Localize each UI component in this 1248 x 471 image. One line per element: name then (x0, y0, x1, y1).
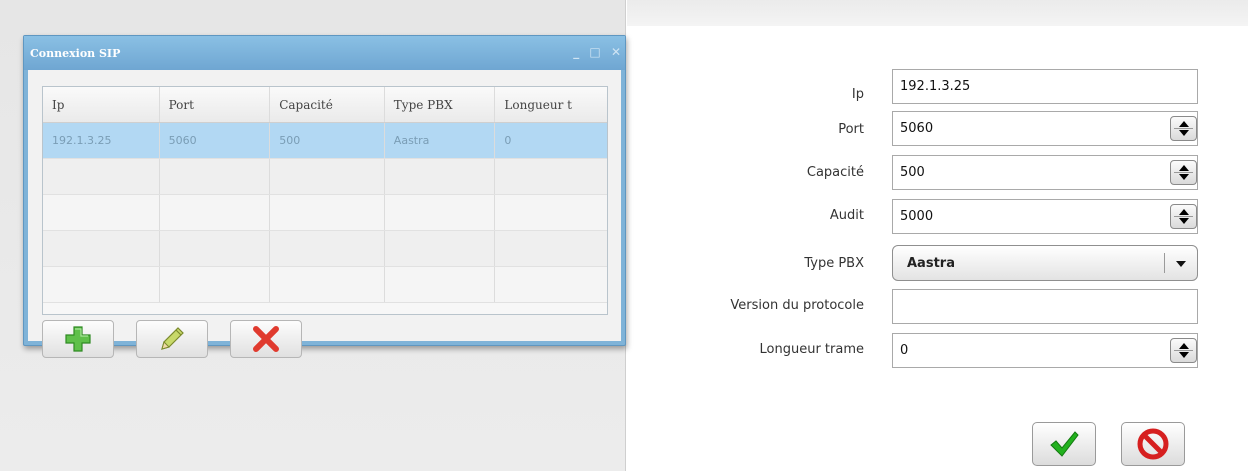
empty-row (43, 195, 607, 231)
confirm-button[interactable] (1032, 422, 1096, 466)
maximize-icon[interactable]: □ (589, 45, 600, 59)
window-title: Connexion SIP (30, 47, 121, 60)
capacite-label: Capacité (806, 165, 864, 180)
audit-label: Audit (829, 208, 864, 223)
right-panel-top-strip (627, 0, 1248, 26)
port-value: 5060 (900, 121, 934, 136)
edit-button[interactable] (136, 320, 208, 358)
grid-header: Ip Port Capacité Type PBX Longueur t (43, 87, 607, 123)
longueur-stepper[interactable]: 0 (892, 333, 1198, 368)
capacite-spinner[interactable] (1170, 160, 1197, 185)
window-body: Ip Port Capacité Type PBX Longueur t 192… (28, 70, 621, 358)
version-field[interactable] (892, 289, 1198, 324)
empty-row (43, 159, 607, 195)
chevron-down-icon (1176, 261, 1186, 267)
add-button[interactable] (42, 320, 114, 358)
cell-capacite: 500 (270, 123, 385, 158)
sip-connection-window: Connexion SIP _ □ ✕ Ip Port Capacité Typ… (23, 35, 626, 358)
ip-field[interactable]: 192.1.3.25 (892, 69, 1198, 104)
capacite-stepper[interactable]: 500 (892, 155, 1198, 190)
audit-value: 5000 (900, 209, 934, 224)
cell-port: 5060 (160, 123, 271, 158)
port-label: Port (838, 122, 864, 137)
table-row[interactable]: 192.1.3.25 5060 500 Aastra 0 (43, 123, 607, 159)
column-header-port[interactable]: Port (160, 87, 271, 122)
type-pbx-select[interactable]: Aastra (892, 245, 1198, 281)
longueur-label: Longueur trame (759, 342, 864, 357)
audit-stepper[interactable]: 5000 (892, 199, 1198, 234)
port-spinner[interactable] (1170, 116, 1197, 141)
column-header-longueur[interactable]: Longueur t (495, 87, 607, 122)
longueur-value: 0 (900, 343, 909, 358)
longueur-spinner[interactable] (1170, 338, 1197, 363)
no-entry-icon (1137, 428, 1169, 460)
capacite-value: 500 (900, 165, 925, 180)
version-label: Version du protocole (730, 298, 864, 313)
sip-grid: Ip Port Capacité Type PBX Longueur t 192… (42, 86, 608, 315)
type-pbx-label: Type PBX (804, 256, 864, 271)
close-icon[interactable]: ✕ (611, 45, 621, 59)
column-header-type-pbx[interactable]: Type PBX (385, 87, 496, 122)
ip-label: Ip (851, 87, 864, 102)
cancel-button[interactable] (1121, 422, 1185, 466)
audit-spinner[interactable] (1170, 204, 1197, 229)
red-x-icon (253, 326, 279, 352)
column-header-capacite[interactable]: Capacité (270, 87, 385, 122)
empty-row (43, 267, 607, 303)
cell-longueur: 0 (504, 134, 512, 147)
column-header-ip[interactable]: Ip (43, 87, 160, 122)
cell-type-pbx: Aastra (385, 123, 496, 158)
empty-row (43, 231, 607, 267)
checkmark-icon (1050, 431, 1079, 457)
window-titlebar[interactable]: Connexion SIP _ □ ✕ (24, 36, 625, 70)
delete-button[interactable] (230, 320, 302, 358)
pencil-icon (161, 327, 184, 350)
cell-ip: 192.1.3.25 (43, 123, 160, 158)
port-stepper[interactable]: 5060 (892, 111, 1198, 146)
minimize-icon[interactable]: _ (573, 45, 579, 59)
plus-icon (65, 326, 91, 352)
type-pbx-value: Aastra (907, 256, 955, 271)
